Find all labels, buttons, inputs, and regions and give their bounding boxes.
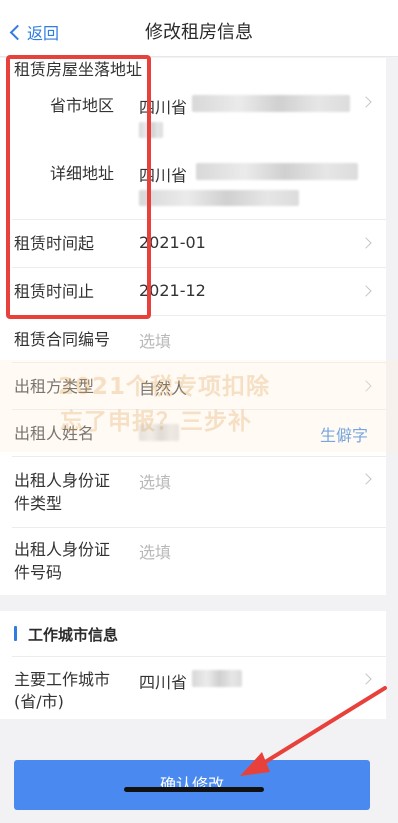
annotation-arrow-icon — [240, 686, 387, 776]
